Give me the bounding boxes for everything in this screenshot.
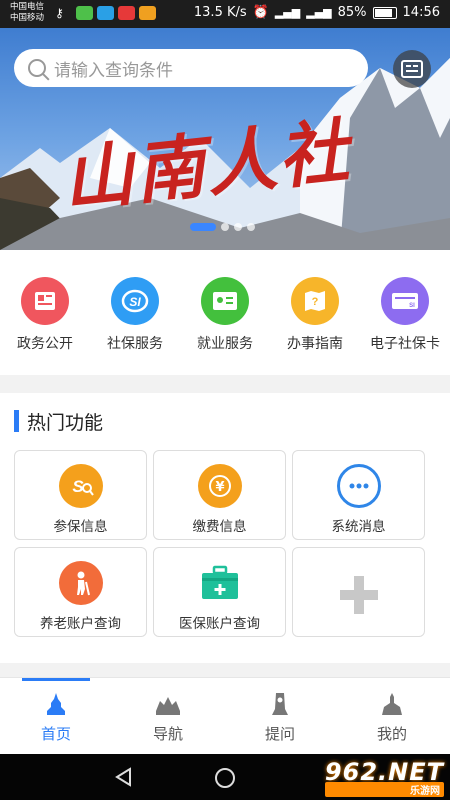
search-icon <box>28 59 46 77</box>
status-bar: 中国电信 中国移动 ⚷ 13.5 K/s ⏰ ▂▄▆ ▂▄▆ 85% 14:56 <box>0 0 450 28</box>
medical-kit-icon <box>195 561 244 605</box>
carousel-dot-active[interactable] <box>190 223 216 231</box>
quick-entry-e-social-card[interactable]: SI 电子社保卡 <box>360 277 450 353</box>
section-title: 热门功能 <box>14 409 103 434</box>
system-nav-bar: 962.NET 乐游网 <box>0 754 450 800</box>
hot-card-medical-account[interactable]: 医保账户查询 <box>153 547 286 637</box>
tab-label: 提问 <box>264 725 295 743</box>
search-bar[interactable]: 请输入查询条件 <box>14 49 368 87</box>
tab-home[interactable]: 首页 <box>0 678 112 755</box>
tab-mine[interactable]: 我的 <box>336 678 448 755</box>
carrier-info: 中国电信 中国移动 <box>10 2 44 24</box>
search-placeholder: 请输入查询条件 <box>54 60 173 81</box>
plus-icon <box>339 576 378 614</box>
map-guide-icon: ? <box>291 277 339 325</box>
alarm-icon: ⏰ <box>252 5 269 20</box>
signal-2-icon: ▂▄▆ <box>306 6 332 19</box>
tab-navigation[interactable]: 导航 <box>112 678 224 755</box>
quick-entry-label: 政务公开 <box>17 336 73 352</box>
question-stele-icon <box>272 693 288 715</box>
mine-temple-icon <box>382 693 402 715</box>
tab-label: 导航 <box>152 725 183 743</box>
mail-icon <box>139 6 156 20</box>
tab-question[interactable]: 提问 <box>224 678 336 755</box>
carrier-2: 中国移动 <box>10 13 45 23</box>
quick-entry-social-security[interactable]: SI 社保服务 <box>90 277 180 353</box>
hot-card-add[interactable] <box>292 547 425 637</box>
bottom-tab-bar: 首页 导航 提问 我的 <box>0 677 450 754</box>
network-speed: 13.5 K/s <box>193 5 247 20</box>
hot-card-payment-info[interactable]: ¥ 缴费信息 <box>153 450 286 540</box>
back-icon[interactable] <box>114 767 134 787</box>
battery-percent: 85% <box>337 5 367 20</box>
si-badge-icon: SI <box>111 277 159 325</box>
status-right: 13.5 K/s ⏰ ▂▄▆ ▂▄▆ 85% 14:56 <box>194 5 440 20</box>
si-card-icon: SI <box>381 277 429 325</box>
newspaper-icon <box>401 60 423 78</box>
quick-entry-government-affairs[interactable]: 政务公开 <box>0 277 90 353</box>
card-label: 缴费信息 <box>192 519 247 535</box>
quick-entry-label: 社保服务 <box>107 336 163 352</box>
key-icon: ⚷ <box>55 6 64 20</box>
tab-active-indicator <box>22 678 90 681</box>
battery-icon <box>372 6 397 19</box>
weibo-icon <box>118 6 135 20</box>
wechat-icon <box>76 6 93 20</box>
svg-text:?: ? <box>312 296 319 308</box>
card-label: 医保账户查询 <box>179 616 260 632</box>
quick-entry-guide[interactable]: ? 办事指南 <box>270 277 360 353</box>
card-label: 系统消息 <box>331 519 386 535</box>
carousel-indicator <box>190 223 255 231</box>
signal-icon: ▂▄▆ <box>274 6 301 19</box>
news-button[interactable] <box>393 50 431 88</box>
yuan-coin-icon: ¥ <box>197 464 242 508</box>
svg-text:SI: SI <box>129 295 141 309</box>
app-notification-icon <box>97 6 114 20</box>
carrier-1: 中国电信 <box>10 2 45 12</box>
notification-icons: ⚷ <box>55 6 156 20</box>
hot-card-insurance-info[interactable]: S 参保信息 <box>14 450 147 540</box>
chat-bubble-icon <box>336 464 381 508</box>
card-label: 参保信息 <box>53 519 108 535</box>
hot-functions-section: 热门功能 S 参保信息 ¥ 缴费信息 系统消息 养老账户查询 医保账户查询 <box>0 393 450 663</box>
quick-entry-panel: 政务公开 SI 社保服务 就业服务 ? 办事指南 SI 电子社保卡 <box>0 250 450 375</box>
quick-entry-employment[interactable]: 就业服务 <box>180 277 270 353</box>
carousel-dot[interactable] <box>234 223 242 231</box>
quick-entry-label: 就业服务 <box>197 336 253 352</box>
clock: 14:56 <box>402 5 440 20</box>
navigation-palace-icon <box>156 697 180 715</box>
banner-carousel[interactable]: 山南人社 请输入查询条件 <box>0 28 450 250</box>
tab-label: 首页 <box>40 725 71 743</box>
si-search-icon: S <box>58 464 103 508</box>
watermark-logo: 962.NET 乐游网 <box>324 758 444 797</box>
carousel-dot[interactable] <box>221 223 229 231</box>
elderly-icon <box>58 561 103 605</box>
home-stupa-icon <box>47 693 65 715</box>
quick-entry-label: 电子社保卡 <box>370 336 440 352</box>
carousel-dot[interactable] <box>247 223 255 231</box>
tab-label: 我的 <box>376 725 407 743</box>
home-icon[interactable] <box>214 767 236 789</box>
hot-card-system-messages[interactable]: 系统消息 <box>292 450 425 540</box>
svg-text:¥: ¥ <box>215 480 224 495</box>
newspaper-icon <box>21 277 69 325</box>
svg-text:SI: SI <box>409 303 415 309</box>
id-card-icon <box>201 277 249 325</box>
card-label: 养老账户查询 <box>40 616 121 632</box>
hot-card-pension-account[interactable]: 养老账户查询 <box>14 547 147 637</box>
quick-entry-label: 办事指南 <box>287 336 343 352</box>
